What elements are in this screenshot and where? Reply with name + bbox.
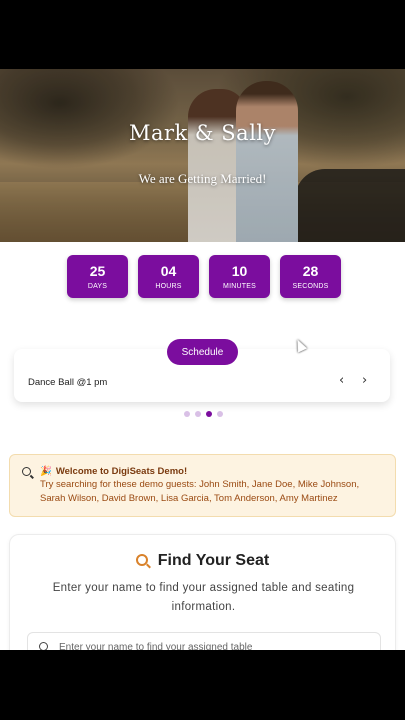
notice-title: 🎉 Welcome to DigiSeats Demo! <box>40 465 385 478</box>
find-seat-title-text: Find Your Seat <box>157 552 270 569</box>
search-icon <box>39 642 48 650</box>
countdown-label: HOURS <box>155 283 182 290</box>
chevron-right-icon[interactable]: › <box>362 374 367 387</box>
carousel-dot[interactable] <box>195 411 201 417</box>
countdown-hours: 04 HOURS <box>138 255 199 298</box>
hero-banner: Mark & Sally We are Getting Married! <box>0 69 405 242</box>
name-search-input[interactable] <box>59 639 369 650</box>
app-screen: Mark & Sally We are Getting Married! 25 … <box>0 69 405 650</box>
countdown-timer: 25 DAYS 04 HOURS 10 MINUTES 28 SECONDS <box>67 255 341 298</box>
search-icon <box>22 467 31 476</box>
search-icon <box>135 554 148 566</box>
chevron-left-icon[interactable]: ‹ <box>339 374 344 387</box>
schedule-button[interactable]: Schedule <box>167 339 238 365</box>
party-icon: 🎉 <box>40 466 52 477</box>
find-seat-description: Enter your name to find your assigned ta… <box>52 582 355 613</box>
find-seat-title: Find Your Seat <box>10 552 395 570</box>
countdown-value: 10 <box>231 263 248 279</box>
carousel-dot[interactable] <box>184 411 190 417</box>
countdown-value: 25 <box>89 263 106 279</box>
carousel-dot-active[interactable] <box>206 411 212 417</box>
name-search-box[interactable] <box>27 632 381 650</box>
countdown-label: DAYS <box>87 283 108 290</box>
countdown-value: 28 <box>302 263 319 279</box>
demo-notice: 🎉 Welcome to DigiSeats Demo! Try searchin… <box>9 454 396 517</box>
countdown-label: MINUTES <box>223 283 256 290</box>
hero-overlay <box>0 69 405 242</box>
countdown-days: 25 DAYS <box>67 255 128 298</box>
countdown-seconds: 28 SECONDS <box>280 255 341 298</box>
notice-title-text: Welcome to DigiSeats Demo! <box>55 466 188 477</box>
notice-text: Try searching for these demo guests: Joh… <box>40 479 360 504</box>
schedule-event: Dance Ball @1 pm <box>28 377 108 388</box>
carousel-dots <box>184 411 223 417</box>
countdown-minutes: 10 MINUTES <box>209 255 270 298</box>
countdown-value: 04 <box>160 263 177 279</box>
carousel-dot[interactable] <box>217 411 223 417</box>
countdown-label: SECONDS <box>292 283 329 290</box>
couple-names: Mark & Sally <box>128 121 277 145</box>
hero-subtitle: We are Getting Married! <box>138 171 267 186</box>
find-seat-card: Find Your Seat Enter your name to find y… <box>9 534 396 650</box>
